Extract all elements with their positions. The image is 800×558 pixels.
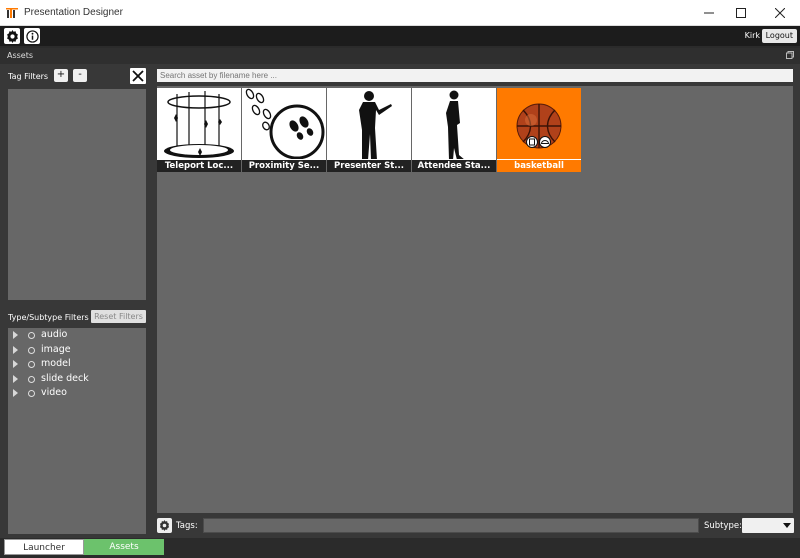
basketball-icon: [516, 103, 562, 149]
type-label: model: [41, 358, 71, 369]
asset-card-selected[interactable]: basketball: [497, 88, 581, 172]
close-window-button[interactable]: [762, 0, 798, 26]
expand-arrow-icon[interactable]: [13, 360, 18, 368]
reset-filters-button[interactable]: Reset Filters: [91, 310, 146, 323]
type-item-audio[interactable]: audio: [8, 329, 146, 343]
settings-button[interactable]: [4, 28, 20, 44]
type-label: slide deck: [41, 372, 89, 384]
subtype-label: Subtype:: [704, 521, 743, 531]
app-logo-icon: [6, 8, 18, 18]
presenter-icon: [359, 91, 392, 160]
info-button[interactable]: [24, 28, 40, 44]
type-item-model[interactable]: model: [8, 358, 146, 372]
expand-arrow-icon[interactable]: [13, 345, 18, 354]
chevron-down-icon: [783, 523, 791, 528]
asset-card[interactable]: Presenter St...: [327, 88, 411, 172]
type-label: image: [41, 343, 71, 355]
tag-filters-label: Tag Filters: [8, 72, 49, 81]
bottom-bar: Tags: Subtype:: [154, 516, 800, 536]
tag-filter-list[interactable]: [8, 89, 146, 300]
tab-assets[interactable]: Assets: [84, 539, 164, 555]
asset-name: basketball: [497, 159, 581, 172]
assets-panel-header: Assets: [0, 48, 800, 64]
title-bar: Presentation Designer: [0, 0, 800, 26]
info-icon: [25, 29, 39, 43]
user-name: Kirk: [744, 31, 760, 40]
asset-name: Presenter St...: [327, 159, 411, 172]
radio-circle-icon[interactable]: [28, 332, 35, 339]
expand-arrow-icon[interactable]: [13, 374, 18, 383]
type-item-slide-deck[interactable]: slide deck: [8, 373, 146, 387]
panel-title: Assets: [7, 51, 34, 60]
proximity-icon: [245, 88, 325, 160]
minimize-button[interactable]: [691, 0, 727, 26]
maximize-icon: [736, 8, 746, 18]
top-toolbar: Kirk Logout: [0, 26, 800, 46]
asset-card[interactable]: Attendee Sta...: [412, 88, 496, 172]
attendee-icon: [446, 90, 465, 160]
type-label: video: [41, 387, 67, 398]
add-tag-button[interactable]: +: [54, 69, 68, 82]
asset-name: Proximity Se...: [242, 159, 326, 172]
asset-card[interactable]: Teleport Loc...: [157, 88, 241, 172]
maximize-button[interactable]: [723, 0, 759, 26]
radio-circle-icon[interactable]: [28, 346, 35, 354]
gear-icon: [6, 29, 18, 43]
expand-arrow-icon[interactable]: [13, 389, 18, 397]
close-icon: [132, 70, 144, 82]
tags-input[interactable]: [203, 518, 699, 533]
type-filters-label: Type/Subtype Filters: [8, 313, 89, 322]
type-item-video[interactable]: video: [8, 387, 146, 401]
radio-circle-icon[interactable]: [28, 361, 35, 368]
filters-panel: Tag Filters + - Type/Subtype Filters Res…: [0, 64, 154, 538]
expand-arrow-icon[interactable]: [13, 331, 18, 339]
tab-launcher[interactable]: Launcher: [4, 539, 84, 555]
clear-tags-button[interactable]: [130, 68, 146, 84]
search-input[interactable]: [157, 69, 793, 82]
gear-icon: [159, 520, 170, 531]
undock-icon[interactable]: [786, 51, 794, 59]
type-label: audio: [41, 329, 68, 340]
tag-settings-button[interactable]: [157, 518, 172, 533]
remove-tag-button[interactable]: -: [73, 69, 87, 82]
asset-name: Attendee Sta...: [412, 159, 496, 172]
tags-label: Tags:: [176, 521, 198, 531]
asset-browser: Teleport Loc... Proximity Se...: [154, 64, 800, 538]
close-icon: [775, 8, 785, 18]
minimize-icon: [704, 12, 714, 14]
type-filter-tree: audio image model slide deck video: [8, 328, 146, 534]
tab-bar: Launcher Assets: [0, 538, 800, 558]
asset-grid: Teleport Loc... Proximity Se... Presente…: [157, 86, 793, 513]
type-item-image[interactable]: image: [8, 344, 146, 358]
radio-circle-icon[interactable]: [28, 375, 35, 383]
logout-button[interactable]: Logout: [761, 29, 797, 43]
asset-card[interactable]: Proximity Se...: [242, 88, 326, 172]
teleport-icon: [164, 91, 234, 158]
window-title: Presentation Designer: [24, 7, 123, 18]
subtype-dropdown[interactable]: [742, 518, 794, 533]
radio-circle-icon[interactable]: [28, 390, 35, 397]
asset-name: Teleport Loc...: [157, 159, 241, 172]
